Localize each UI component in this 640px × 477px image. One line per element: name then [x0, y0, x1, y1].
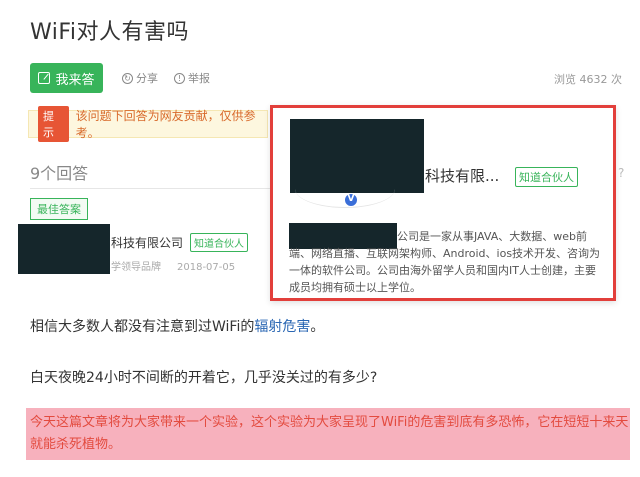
report-icon: ! — [174, 72, 185, 84]
share-button[interactable]: ↻ 分享 — [122, 70, 158, 86]
report-button[interactable]: ! 举报 — [174, 70, 210, 86]
popup-partner-badge[interactable]: 知道合伙人 — [515, 167, 578, 187]
answer-button-label: 我来答 — [55, 72, 95, 88]
popup-description: 公司是一家从事JAVA、大数据、web前端、网络直播、互联网架构师、Androi… — [289, 228, 605, 296]
edit-icon — [38, 72, 51, 84]
paragraph-1-text: 相信大多数人都没有注意到过WiFi的 — [30, 319, 255, 335]
popup-company-name[interactable]: 科技有限... — [425, 165, 499, 186]
answerer-company[interactable]: 科技有限公司 — [111, 234, 183, 251]
popup-description-text: 公司是一家从事JAVA、大数据、web前端、网络直播、互联网架构师、Androi… — [289, 230, 601, 294]
user-card-popup: V 科技有限... 知道合伙人 公司是一家从事JAVA、大数据、web前端、网络… — [270, 105, 616, 301]
notice-bar: 提示 该问题下回答为网友贡献，仅供参考。 — [28, 106, 268, 142]
question-mark-icon: ? — [618, 166, 625, 180]
paragraph-3: 今天这篇文章将为大家带来一个实验，这个实验为大家呈现了WiFi的危害到底有多恐怖… — [30, 415, 629, 452]
paragraph-2: 白天夜晚24小时不间断的开着它，几乎没关过的有多少? — [30, 370, 378, 386]
radiation-link[interactable]: 辐射危害 — [254, 319, 310, 335]
share-icon: ↻ — [122, 72, 133, 84]
partner-badge[interactable]: 知道合伙人 — [190, 233, 248, 252]
view-count: 浏览 4632 次 — [554, 73, 622, 86]
v-badge-icon: V — [344, 193, 358, 207]
answer-meta: 学领导品牌 2018-07-05 — [111, 258, 235, 273]
divider — [30, 188, 270, 189]
share-label: 分享 — [136, 72, 158, 85]
answerer-brand: 学领导品牌 — [111, 262, 161, 273]
notice-tag: 提示 — [38, 106, 69, 142]
notice-text: 该问题下回答为网友贡献，仅供参考。 — [75, 109, 256, 140]
redacted-avatar — [18, 224, 110, 274]
answer-button[interactable]: 我来答 — [30, 63, 103, 93]
page-title: WiFi对人有害吗 — [30, 20, 190, 45]
best-answer-badge: 最佳答案 — [30, 198, 88, 220]
paragraph-1-end: 。 — [310, 319, 325, 335]
answer-count: 9个回答 — [30, 164, 89, 183]
answer-date: 2018-07-05 — [177, 262, 236, 273]
paragraph-1: 相信大多数人都没有注意到过WiFi的辐射危害。 — [30, 316, 324, 336]
report-label: 举报 — [188, 72, 210, 85]
